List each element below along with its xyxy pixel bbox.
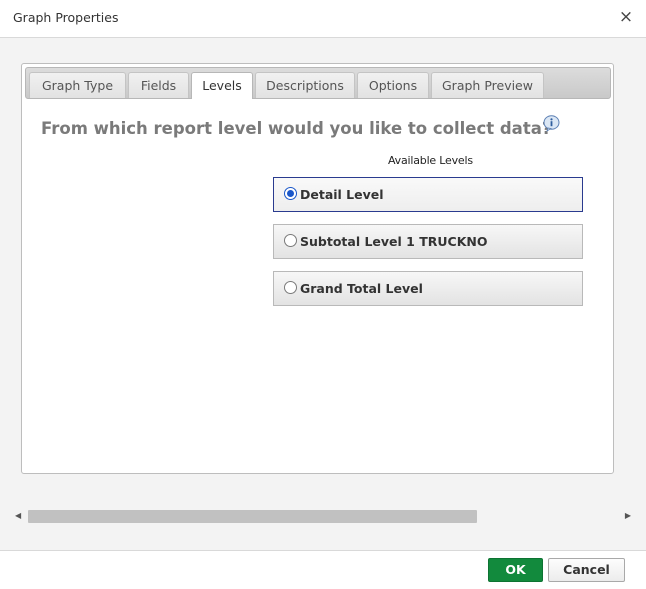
title-bar: Graph Properties ×	[0, 0, 646, 38]
radio-grand-total-level[interactable]	[284, 281, 297, 294]
available-levels-heading: Available Levels	[388, 154, 473, 167]
info-icon[interactable]	[543, 115, 560, 132]
tab-options[interactable]: Options	[357, 72, 429, 98]
tab-levels[interactable]: Levels	[191, 72, 253, 99]
dialog-footer: OK Cancel	[0, 550, 646, 589]
level-option-detail[interactable]: Detail Level	[273, 177, 583, 212]
level-label: Detail Level	[300, 187, 384, 202]
tab-graph-type[interactable]: Graph Type	[29, 72, 126, 98]
close-icon[interactable]: ×	[618, 9, 634, 26]
horizontal-scrollbar[interactable]: ◀ ▶	[12, 508, 634, 525]
scroll-left-icon[interactable]: ◀	[15, 511, 21, 520]
scroll-right-icon[interactable]: ▶	[625, 511, 631, 520]
tab-panel: Graph Type Fields Levels Descriptions Op…	[21, 63, 614, 474]
dialog-body: Graph Type Fields Levels Descriptions Op…	[0, 38, 646, 550]
scrollbar-thumb[interactable]	[28, 510, 477, 523]
graph-properties-dialog: Graph Properties × Graph Type Fields Lev…	[0, 0, 646, 589]
level-option-grand-total[interactable]: Grand Total Level	[273, 271, 583, 306]
ok-button[interactable]: OK	[488, 558, 543, 582]
levels-question: From which report level would you like t…	[41, 119, 552, 138]
tab-fields[interactable]: Fields	[128, 72, 189, 98]
level-label: Grand Total Level	[300, 281, 423, 296]
level-label: Subtotal Level 1 TRUCKNO	[300, 234, 488, 249]
tab-graph-preview[interactable]: Graph Preview	[431, 72, 544, 98]
level-option-subtotal[interactable]: Subtotal Level 1 TRUCKNO	[273, 224, 583, 259]
radio-subtotal-level[interactable]	[284, 234, 297, 247]
tab-descriptions[interactable]: Descriptions	[255, 72, 355, 98]
tab-strip: Graph Type Fields Levels Descriptions Op…	[25, 67, 611, 99]
cancel-button[interactable]: Cancel	[548, 558, 625, 582]
radio-detail-level[interactable]	[284, 187, 297, 200]
dialog-title: Graph Properties	[13, 10, 119, 25]
